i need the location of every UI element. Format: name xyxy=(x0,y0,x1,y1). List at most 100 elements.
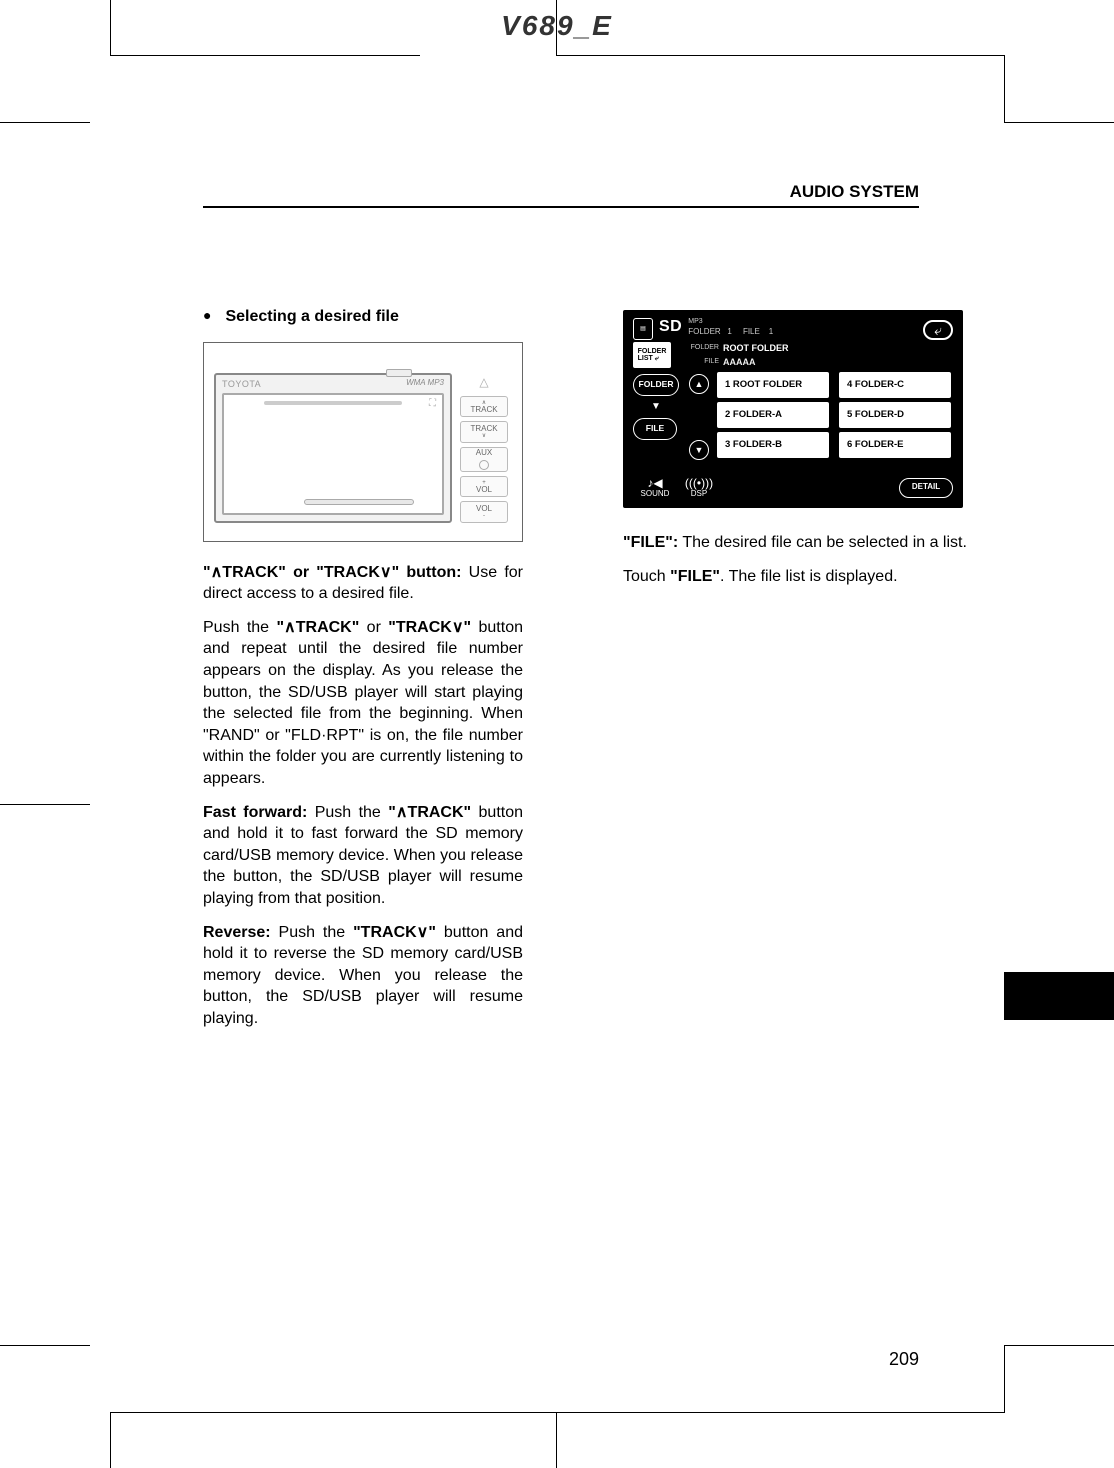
counts: MP3 FOLDER 1 FILE 1 xyxy=(688,316,773,338)
vol-down-button[interactable]: VOL- xyxy=(460,501,508,522)
crop-mark xyxy=(1004,1346,1005,1413)
scroll-up-button[interactable]: ▲ xyxy=(689,374,709,394)
rp2-post: . The file list is displayed. xyxy=(720,568,898,585)
list-item-label: 2 FOLDER-A xyxy=(725,409,782,422)
touch-header: ▤ SD MP3 FOLDER 1 FILE 1 xyxy=(623,310,963,344)
list-item-label: 4 FOLDER-C xyxy=(847,379,904,392)
folder-count-value: 1 xyxy=(727,327,731,336)
dsp-button[interactable]: (((•))) DSP xyxy=(677,475,721,500)
list-item[interactable]: 3 FOLDER-B xyxy=(717,432,829,458)
list-item[interactable]: 5 FOLDER-D xyxy=(839,402,951,428)
crop-mark xyxy=(1004,1345,1114,1346)
list-item[interactable]: 4 FOLDER-C xyxy=(839,372,951,398)
vol-up-button[interactable]: +VOL xyxy=(460,476,508,497)
touchscreen: ▤ SD MP3 FOLDER 1 FILE 1 ⤶ FOLDERLIST ⤶ … xyxy=(623,310,963,508)
bullet-icon: ● xyxy=(203,306,211,328)
section-rule xyxy=(203,206,919,208)
list-item[interactable]: 2 FOLDER-A xyxy=(717,402,829,428)
headunit-slot xyxy=(264,401,402,405)
p4-b: Reverse: xyxy=(203,924,271,941)
track-up-button[interactable]: ∧TRACK xyxy=(460,396,508,417)
crop-mark xyxy=(110,1413,111,1468)
list-item-label: 6 FOLDER-E xyxy=(847,439,903,452)
list-item-label: 5 FOLDER-D xyxy=(847,409,904,422)
folder-value: ROOT FOLDER xyxy=(723,342,789,354)
p3-b2: "∧TRACK" xyxy=(388,804,471,821)
rp2-b: "FILE" xyxy=(670,568,720,585)
folder-count-label: FOLDER xyxy=(688,327,720,336)
p3-b: Fast forward: xyxy=(203,804,307,821)
sound-label: SOUND xyxy=(641,489,670,500)
file-count-label: FILE xyxy=(743,327,760,336)
crop-mark xyxy=(0,1345,90,1346)
para-reverse: Reverse: Push the "TRACK∨" button and ho… xyxy=(203,922,523,1030)
track-down-button[interactable]: TRACK∨ xyxy=(460,421,508,442)
back-button[interactable]: ⤶ xyxy=(923,320,953,340)
file-button-label: FILE xyxy=(646,423,664,434)
p3-mid: Push the xyxy=(307,804,388,821)
para-file-btn: "FILE": The desired file can be selected… xyxy=(623,532,973,554)
para-track-button: "∧TRACK" or "TRACK∨" button: Use for dir… xyxy=(203,562,523,605)
headunit-icon: ⛶ xyxy=(429,397,436,411)
folder-row: FOLDER ROOT FOLDER xyxy=(687,342,789,354)
file-value: AAAAA xyxy=(723,356,756,368)
crop-mark xyxy=(556,55,1004,56)
down-chevron-icon: ▼ xyxy=(651,400,661,414)
page-number: 209 xyxy=(889,1349,919,1370)
file-count-value: 1 xyxy=(769,327,773,336)
folder-button-label: FOLDER xyxy=(639,379,674,390)
scroll-down-button[interactable]: ▼ xyxy=(689,440,709,460)
sound-icon: ♪◀ xyxy=(647,475,662,489)
folder-button[interactable]: FOLDER xyxy=(633,374,679,396)
crop-mark xyxy=(110,1412,558,1413)
crop-mark xyxy=(1004,55,1005,122)
detail-button[interactable]: DETAIL xyxy=(899,478,953,498)
dn-icon: ▼ xyxy=(695,444,704,456)
headunit-brand: TOYOTA xyxy=(222,378,261,390)
crop-mark xyxy=(556,1412,1004,1413)
folder-items-right: 4 FOLDER-C 5 FOLDER-D 6 FOLDER-E xyxy=(839,372,951,462)
list-item[interactable]: 6 FOLDER-E xyxy=(839,432,951,458)
crop-mark xyxy=(0,122,90,123)
p2-b2: "TRACK∨" xyxy=(388,619,471,636)
sd-card-icon: ▤ xyxy=(633,318,653,340)
file-label: FILE xyxy=(687,357,723,366)
file-button[interactable]: FILE xyxy=(633,418,677,440)
bullet-title: Selecting a desired file xyxy=(225,306,398,328)
folder-items-left: 1 ROOT FOLDER 2 FOLDER-A 3 FOLDER-B xyxy=(717,372,829,462)
file-row: FILE AAAAA xyxy=(687,356,756,368)
sound-button[interactable]: ♪◀ SOUND xyxy=(633,475,677,500)
headunit-right-keys: △ ∧TRACK TRACK∨ AUX +VOL VOL- xyxy=(456,373,512,523)
list-item-label: 3 FOLDER-B xyxy=(725,439,782,452)
headunit-screen: ⛶ xyxy=(222,393,444,515)
section-title: AUDIO SYSTEM xyxy=(790,182,919,202)
crop-mark xyxy=(1004,122,1114,123)
para-fast-forward: Fast forward: Push the "∧TRACK" button a… xyxy=(203,802,523,910)
detail-label: DETAIL xyxy=(912,482,940,493)
headunit-nub xyxy=(386,369,412,377)
headunit-tray xyxy=(304,499,414,505)
rp1-b: "FILE": xyxy=(623,534,678,551)
folder-list-button[interactable]: FOLDERLIST ⤶ xyxy=(633,342,671,368)
up-icon: ▲ xyxy=(695,378,704,390)
side-tab xyxy=(1004,972,1114,1020)
list-item[interactable]: 1 ROOT FOLDER xyxy=(717,372,829,398)
headunit-face: TOYOTA WMA MP3 ⛶ xyxy=(214,373,452,523)
bullet-heading: ● Selecting a desired file xyxy=(203,306,523,328)
sd-label: SD xyxy=(659,316,682,338)
doc-title: V689_E xyxy=(0,10,1114,42)
p2-b1: "∧TRACK" xyxy=(276,619,359,636)
aux-button[interactable]: AUX xyxy=(460,447,508,472)
para-push: Push the "∧TRACK" or "TRACK∨" button and… xyxy=(203,617,523,790)
mp3: MP3 xyxy=(688,318,702,325)
headunit-wma: WMA MP3 xyxy=(406,378,444,389)
crop-mark xyxy=(556,1413,557,1468)
dsp-icon: (((•))) xyxy=(685,475,713,489)
dsp-label: DSP xyxy=(691,489,707,500)
right-column: ▤ SD MP3 FOLDER 1 FILE 1 ⤶ FOLDERLIST ⤶ … xyxy=(623,310,973,599)
para-touch-file: Touch "FILE". The file list is displayed… xyxy=(623,566,973,588)
p2-pre: Push the xyxy=(203,619,276,636)
folder-label: FOLDER xyxy=(687,343,723,352)
aux-knob xyxy=(479,460,489,470)
p4-b2: "TRACK∨" xyxy=(353,924,436,941)
